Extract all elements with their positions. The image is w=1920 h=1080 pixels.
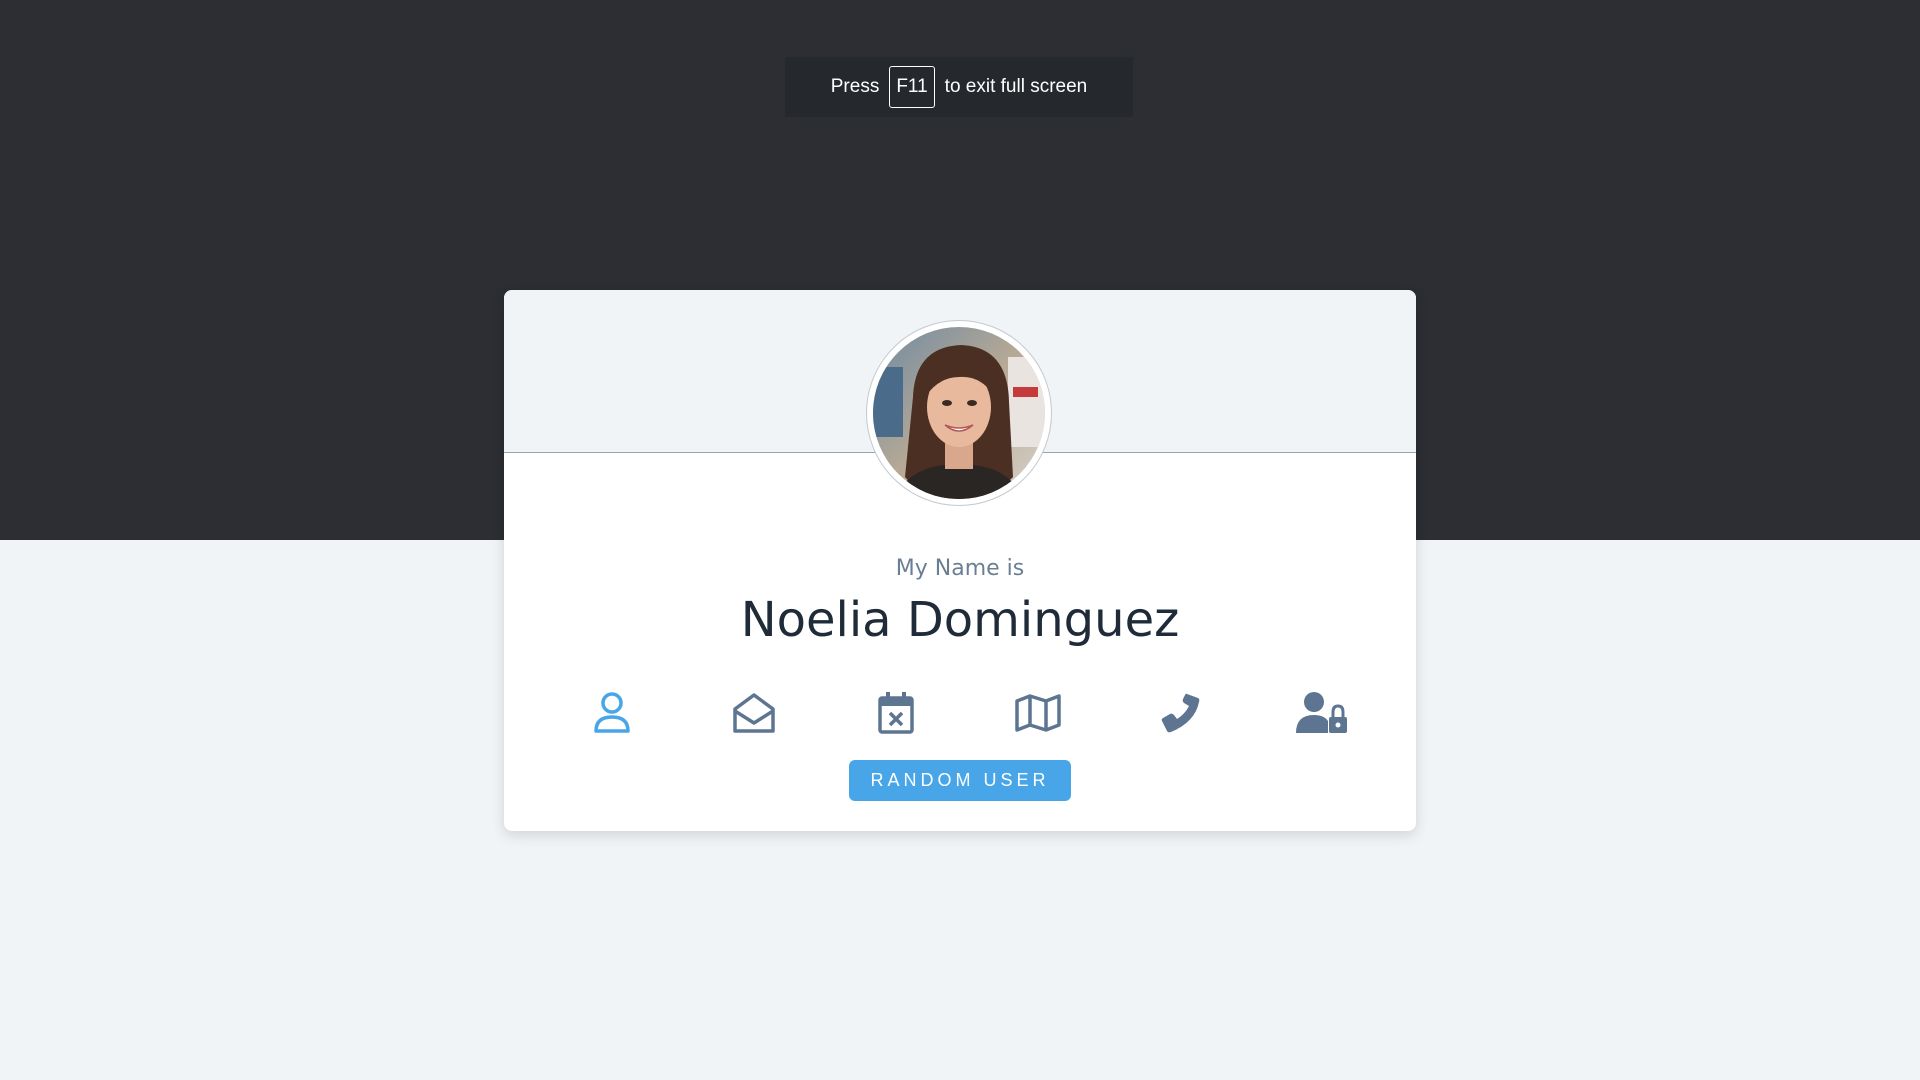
avatar-frame: [866, 320, 1052, 506]
phone-icon[interactable]: [1150, 683, 1210, 743]
calendar-x-icon[interactable]: [866, 683, 926, 743]
random-user-button[interactable]: RANDOM USER: [849, 760, 1071, 801]
f11-key: F11: [889, 66, 935, 108]
envelope-open-icon[interactable]: [724, 683, 784, 743]
fullscreen-notice-rest: to exit full screen: [944, 76, 1088, 97]
profile-card: My Name is Noelia Dominguez RANDOM USER: [504, 290, 1416, 831]
user-icon[interactable]: [582, 683, 642, 743]
fullscreen-notice-press: Press: [830, 76, 880, 97]
field-title: My Name is: [895, 556, 1025, 581]
avatar: [873, 327, 1045, 499]
field-value: Noelia Dominguez: [740, 592, 1180, 648]
fullscreen-notice: Press F11 to exit full screen: [785, 57, 1133, 117]
user-lock-icon[interactable]: [1292, 683, 1352, 743]
map-icon[interactable]: [1008, 683, 1068, 743]
